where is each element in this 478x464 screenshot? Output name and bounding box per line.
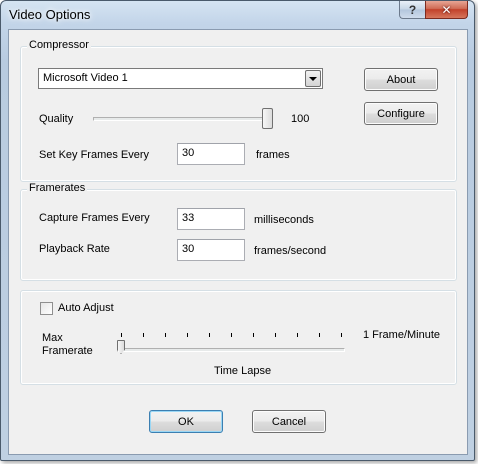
auto-adjust-checkbox[interactable] xyxy=(40,302,53,315)
max-framerate-label-line1: Max xyxy=(42,332,63,344)
timelapse-tick xyxy=(253,333,254,337)
video-options-window: Video Options ? ✕ Compressor Microsoft V… xyxy=(0,0,475,461)
compressor-group: Compressor Microsoft Video 1 About Confi… xyxy=(20,39,457,182)
dialog-client-area: Compressor Microsoft Video 1 About Confi… xyxy=(8,29,468,455)
keyframes-unit: frames xyxy=(256,149,290,161)
playback-rate-input[interactable]: 30 xyxy=(177,239,245,261)
timelapse-tick xyxy=(209,333,210,337)
chevron-down-icon xyxy=(309,76,317,81)
auto-adjust-label: Auto Adjust xyxy=(58,302,114,314)
close-button[interactable]: ✕ xyxy=(425,1,468,19)
timelapse-tick xyxy=(143,333,144,337)
close-icon: ✕ xyxy=(441,2,452,17)
compressor-group-title: Compressor xyxy=(27,39,91,51)
help-icon: ? xyxy=(408,2,417,17)
codec-dropdown[interactable]: Microsoft Video 1 xyxy=(38,68,323,89)
timelapse-tick xyxy=(121,333,122,337)
codec-selected-value: Microsoft Video 1 xyxy=(43,72,128,84)
quality-value: 100 xyxy=(291,113,310,125)
timelapse-tick xyxy=(297,333,298,337)
quality-slider-thumb[interactable] xyxy=(262,108,273,129)
configure-button[interactable]: Configure xyxy=(364,102,438,125)
timelapse-tick xyxy=(231,333,232,337)
max-framerate-label-line2: Framerate xyxy=(42,345,93,357)
cancel-button[interactable]: Cancel xyxy=(252,410,326,433)
timelapse-tick xyxy=(275,333,276,337)
keyframes-label: Set Key Frames Every xyxy=(39,149,150,161)
timelapse-slider-track xyxy=(117,348,345,352)
timelapse-tick xyxy=(341,333,342,337)
timelapse-tick xyxy=(165,333,166,337)
timelapse-group: Auto Adjust Max Framerate 1 Frame/Minute… xyxy=(20,290,457,385)
playback-unit: frames/second xyxy=(254,245,327,257)
timelapse-tick xyxy=(319,333,320,337)
capture-interval-input[interactable]: 33 xyxy=(177,208,245,230)
dropdown-arrow-button[interactable] xyxy=(305,70,321,87)
quality-label: Quality xyxy=(39,113,74,125)
about-button[interactable]: About xyxy=(364,68,438,91)
framerates-group-title: Framerates xyxy=(27,182,88,194)
help-button[interactable]: ? xyxy=(399,1,425,19)
playback-label: Playback Rate xyxy=(39,243,110,255)
title-bar[interactable]: Video Options ? ✕ xyxy=(1,1,474,29)
capture-unit: milliseconds xyxy=(254,214,314,226)
timelapse-tick xyxy=(187,333,188,337)
framerates-group: Framerates Capture Frames Every 33 milli… xyxy=(20,182,457,281)
window-title: Video Options xyxy=(9,7,91,22)
min-framerate-label: 1 Frame/Minute xyxy=(363,329,441,341)
ok-button[interactable]: OK xyxy=(149,410,223,433)
keyframes-input[interactable]: 30 xyxy=(177,143,245,165)
timelapse-caption: Time Lapse xyxy=(214,365,272,377)
title-bar-buttons: ? ✕ xyxy=(399,1,468,19)
capture-label: Capture Frames Every xyxy=(39,212,150,224)
quality-slider-track xyxy=(93,117,273,121)
